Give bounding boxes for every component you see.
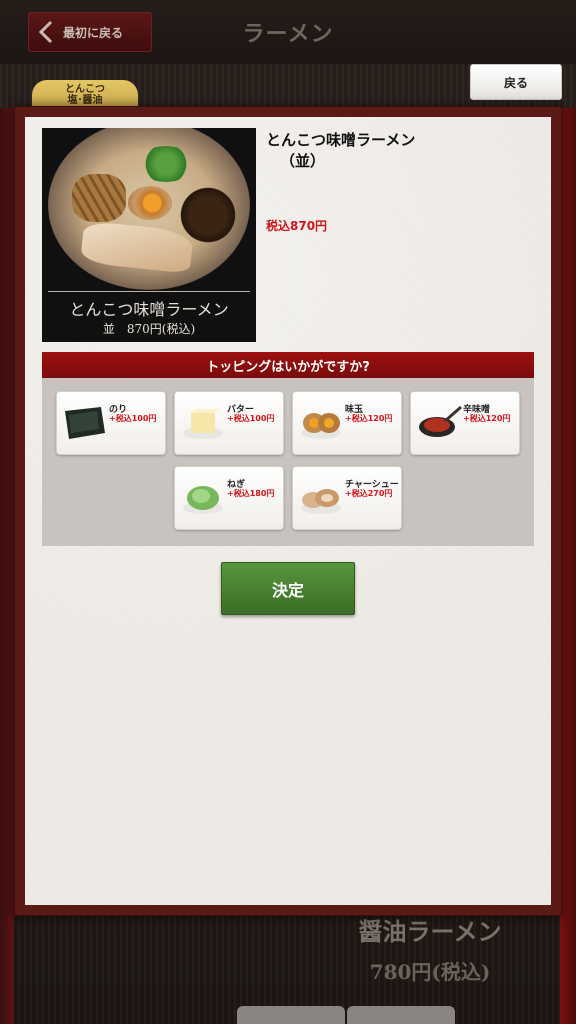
chashu-icon [297,478,345,518]
caption-divider [48,291,250,292]
product-image: とんこつ味噌ラーメン 並 870円(税込) [42,128,256,342]
topping-negi-button[interactable]: ねぎ +税込180円 [174,466,284,530]
background-product-name: 醤油ラーメン [358,917,502,946]
kikurage-graphic [176,184,240,246]
topping-price: +税込270円 [345,489,393,498]
background-button [347,1006,455,1024]
top-bar: 最初に戻る ラーメン [0,0,576,64]
negi-graphic [138,146,194,182]
menma-graphic [72,174,126,222]
image-caption-name: とんこつ味噌ラーメン [69,300,229,319]
product-title: とんこつ味噌ラーメン [266,131,416,149]
topping-nori-button[interactable]: のり +税込100円 [56,391,166,455]
negi-icon [179,478,227,518]
topping-price: +税込120円 [463,414,511,423]
category-tab-line1: とんこつ [65,84,105,95]
topping-price: +税込180円 [227,489,275,498]
egg-graphic [128,186,172,220]
side-strip-left [0,108,14,1024]
topping-butter-button[interactable]: バター +税込100円 [174,391,284,455]
background-product-price: 780円(税込) [369,960,491,984]
page-title: ラーメン [242,22,334,47]
side-strip-right [560,108,576,1024]
spicy-miso-icon [415,403,463,443]
topping-price: +税込120円 [345,414,393,423]
topping-header: トッピングはいかがですか? [42,352,534,378]
nori-icon [61,403,109,443]
decide-button[interactable]: 決定 [221,562,355,615]
background-button [237,1006,345,1024]
topping-spicy-miso-button[interactable]: 辛味噌 +税込120円 [410,391,520,455]
butter-icon [179,403,227,443]
category-tab-line2: 塩･醤油 [67,95,103,106]
topping-price: +税込100円 [109,414,157,423]
topping-chashu-button[interactable]: チャーシュー +税込270円 [292,466,402,530]
egg-icon [297,403,345,443]
back-button[interactable]: 戻る [470,64,562,100]
topping-price: +税込100円 [227,414,275,423]
product-size: （並） [280,152,326,170]
image-caption-price: 並 870円(税込) [102,322,196,336]
topping-egg-button[interactable]: 味玉 +税込120円 [292,391,402,455]
product-price: 税込870円 [266,219,328,233]
